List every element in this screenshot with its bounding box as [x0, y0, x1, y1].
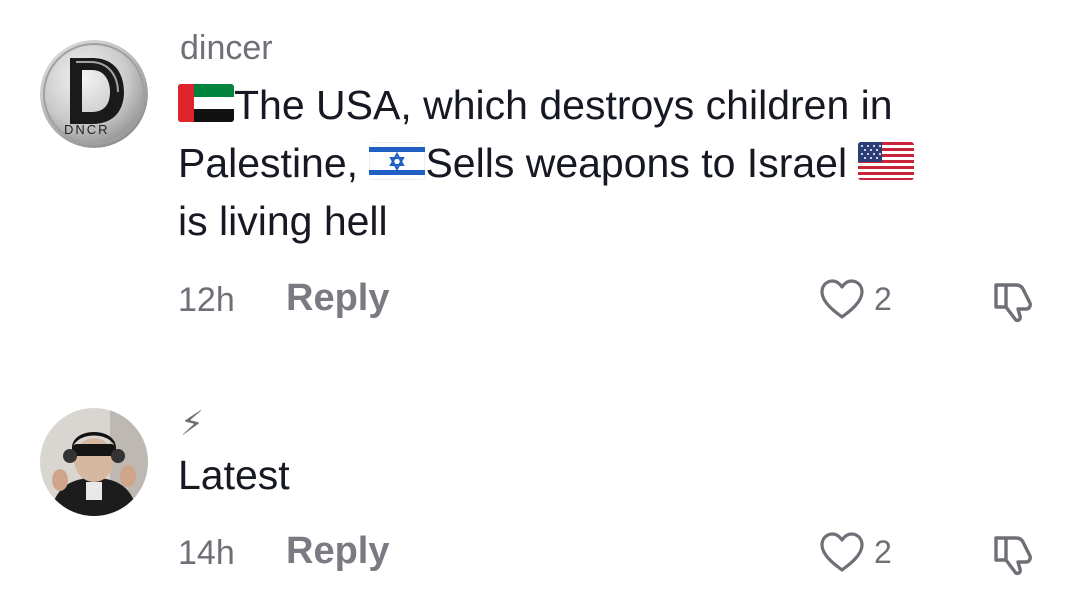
like-button[interactable]: 2 — [818, 275, 892, 323]
avatar-logo-text: DNCR — [64, 122, 110, 137]
dislike-button[interactable] — [988, 528, 1038, 578]
heart-icon — [820, 532, 864, 572]
dislike-button[interactable] — [988, 275, 1038, 325]
profile-photo — [40, 408, 148, 516]
comment-text: The USA, which destroys children in Pale… — [178, 76, 1038, 250]
comment-text-part: Sells weapons to Israel — [425, 140, 859, 186]
comment-username[interactable]: ⚡ — [180, 404, 204, 444]
comment-text: Latest — [178, 452, 290, 498]
israel-flag-icon — [369, 142, 426, 180]
usa-flag-icon — [858, 142, 915, 180]
uae-flag-icon — [178, 84, 234, 122]
comment-username[interactable]: dincer — [180, 28, 273, 68]
like-button[interactable]: 2 — [818, 528, 892, 576]
comment-actions: 14h Reply 2 — [178, 528, 1040, 578]
comment-timestamp: 14h — [178, 534, 235, 572]
reply-button[interactable]: Reply — [286, 277, 389, 320]
like-count: 2 — [874, 280, 892, 317]
avatar[interactable] — [40, 408, 148, 516]
comment-text-part: is living hell — [178, 198, 388, 244]
like-count: 2 — [874, 533, 892, 570]
thumbs-down-icon — [994, 536, 1032, 576]
reply-button[interactable]: Reply — [286, 530, 389, 573]
heart-icon — [820, 279, 864, 319]
thumbs-down-icon — [994, 283, 1032, 323]
comment-item: DNCR dincer The USA, which destroys chil… — [0, 0, 1080, 340]
comment-timestamp: 12h — [178, 281, 235, 319]
avatar[interactable]: DNCR — [40, 40, 148, 148]
comment-item: ⚡ Latest 14h Reply 2 — [0, 400, 1080, 610]
comment-actions: 12h Reply 2 — [178, 275, 1040, 325]
